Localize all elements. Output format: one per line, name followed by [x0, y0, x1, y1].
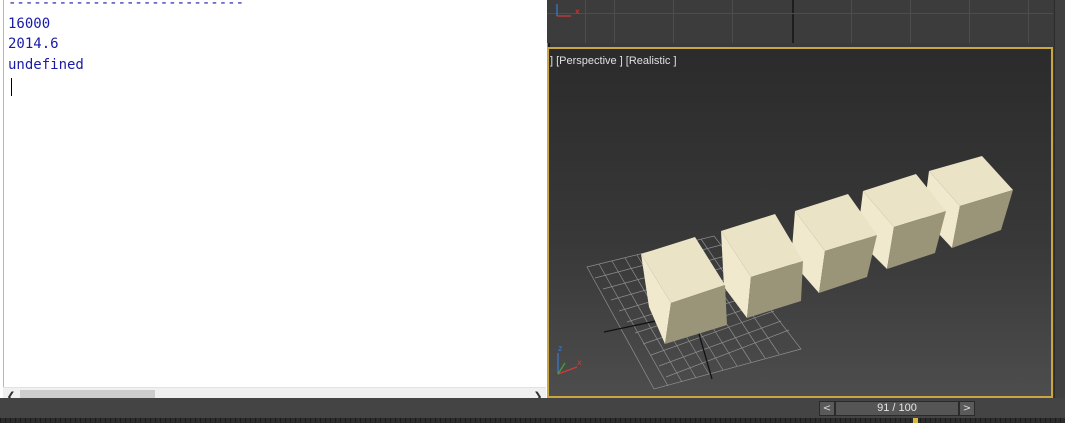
viewport-scene: x z: [557, 156, 1013, 390]
time-prev-button[interactable]: <: [819, 401, 835, 416]
text-caret: [11, 78, 12, 96]
svg-text:z: z: [558, 344, 562, 353]
maxscript-listener-window: ---------------------------- 16000 2014.…: [0, 0, 548, 406]
grid-line: [910, 0, 911, 43]
grid-line: [673, 0, 674, 43]
grid-axis-line: [792, 0, 794, 43]
cube-1: [641, 237, 727, 344]
grid-line: [614, 0, 615, 43]
track-bar-ticks[interactable]: [0, 418, 1065, 423]
output-line-1: 16000: [8, 15, 51, 32]
grid-line: [547, 13, 1053, 14]
grid-line: [851, 0, 852, 43]
axis-tripod-icon: x: [556, 4, 580, 17]
time-next-button[interactable]: >: [959, 401, 975, 416]
output-line-3: undefined: [8, 56, 84, 73]
output-line-separator: ----------------------------: [8, 0, 245, 11]
grid-axis-y: [696, 326, 713, 380]
output-line-2: 2014.6: [8, 36, 59, 52]
command-panel-edge: [1054, 0, 1065, 400]
keyframe-marker: [913, 418, 918, 423]
listener-output-text: ---------------------------- 16000 2014.…: [8, 0, 244, 75]
grid-line: [1028, 0, 1029, 43]
axis-tripod-icon: x z: [557, 344, 582, 375]
cube-2: [721, 214, 803, 318]
svg-text:x: x: [577, 358, 582, 367]
top-viewport[interactable]: x: [547, 0, 1053, 43]
listener-output-area[interactable]: ---------------------------- 16000 2014.…: [3, 0, 547, 405]
time-slider-thumb[interactable]: 91 / 100: [835, 401, 959, 416]
grid-line: [732, 0, 733, 43]
svg-text:x: x: [575, 7, 580, 16]
perspective-viewport[interactable]: ] [Perspective ] [Realistic ] x z: [547, 47, 1053, 398]
grid-line: [969, 0, 970, 43]
